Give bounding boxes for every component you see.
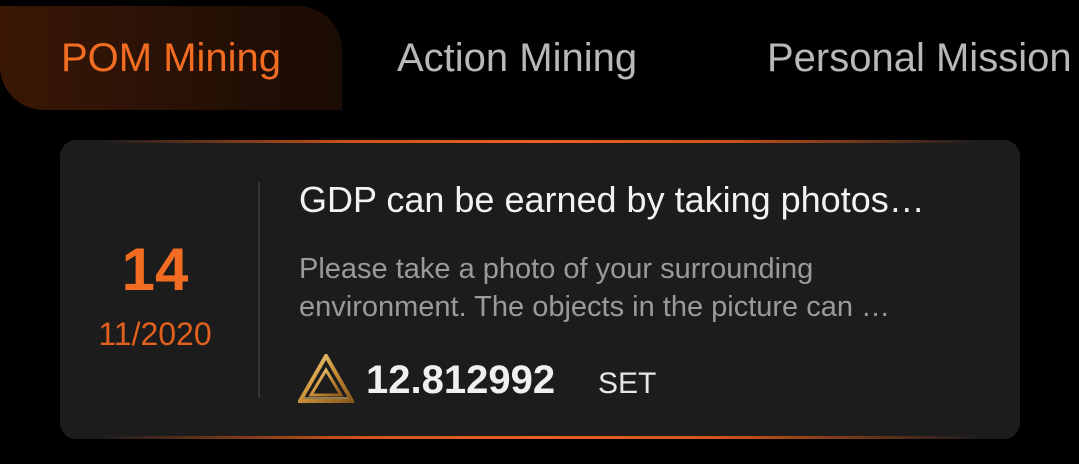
reward-amount: 12.812992 (366, 358, 556, 402)
reward: 12.812992 SET (298, 352, 998, 408)
gold-triangle-token-icon (298, 354, 354, 403)
tab-personal-mission[interactable]: Personal Mission (767, 6, 1072, 110)
mission-title: GDP can be earned by taking photos… (299, 179, 925, 220)
date-day: 14 (121, 236, 189, 303)
page: POM Mining Action Mining Personal Missio… (0, 0, 1079, 464)
tab-pom-mining[interactable]: POM Mining (0, 6, 342, 110)
description-line-1: Please take a photo of your surrounding (299, 253, 814, 285)
mission-card[interactable]: 14 11/2020 GDP can be earned by taking p… (60, 140, 1020, 439)
date-month-year: 11/2020 (98, 316, 212, 352)
reward-unit: SET (598, 367, 657, 400)
date-column: 14 11/2020 (60, 140, 258, 439)
tab-action-mining[interactable]: Action Mining (397, 6, 637, 110)
description-line-2: environment. The objects in the picture … (299, 291, 891, 323)
divider (258, 182, 260, 398)
tab-bar: POM Mining Action Mining Personal Missio… (0, 0, 1079, 110)
mission-description: Please take a photo of your surrounding … (299, 250, 989, 326)
